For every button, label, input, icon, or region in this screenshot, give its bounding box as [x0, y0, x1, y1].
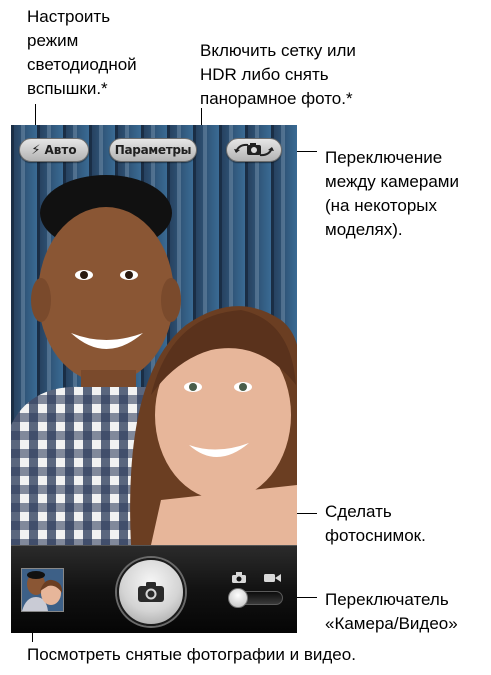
- camera-mode-icon: [232, 572, 246, 583]
- flash-mode-label: Авто: [44, 143, 77, 157]
- thumbnail-image: [22, 569, 63, 611]
- thumbnail-callout: Посмотреть снятые фотографии и видео.: [27, 645, 356, 664]
- camera-flip-icon: [234, 143, 274, 157]
- options-callout: Включить сетку или HDR либо снять панора…: [200, 41, 356, 108]
- mode-switch-callout: Переключатель «Камера/Видео»: [325, 590, 458, 633]
- options-button[interactable]: Параметры: [109, 138, 197, 162]
- switch-camera-button[interactable]: [226, 138, 282, 162]
- camera-toolbar: [11, 545, 297, 633]
- lightning-bolt-icon: ⚡: [31, 142, 41, 158]
- camera-video-mode-switch[interactable]: [228, 588, 283, 608]
- selfie-photo: [11, 125, 297, 545]
- video-camera-icon: [264, 574, 281, 582]
- camera-viewfinder[interactable]: ⚡ Авто Параметры: [11, 125, 297, 633]
- options-label: Параметры: [114, 143, 192, 157]
- shutter-button[interactable]: [117, 558, 185, 626]
- camera-icon: [138, 582, 164, 602]
- flash-mode-button[interactable]: ⚡ Авто: [19, 138, 89, 162]
- last-photo-thumbnail[interactable]: [21, 568, 64, 612]
- switch-camera-callout: Переключение между камерами (на некоторы…: [325, 148, 459, 239]
- mode-switch-knob[interactable]: [228, 588, 248, 608]
- shutter-callout: Сделать фотоснимок.: [325, 502, 426, 545]
- flash-callout: Настроить режим светодиодной вспышки.*: [27, 7, 137, 98]
